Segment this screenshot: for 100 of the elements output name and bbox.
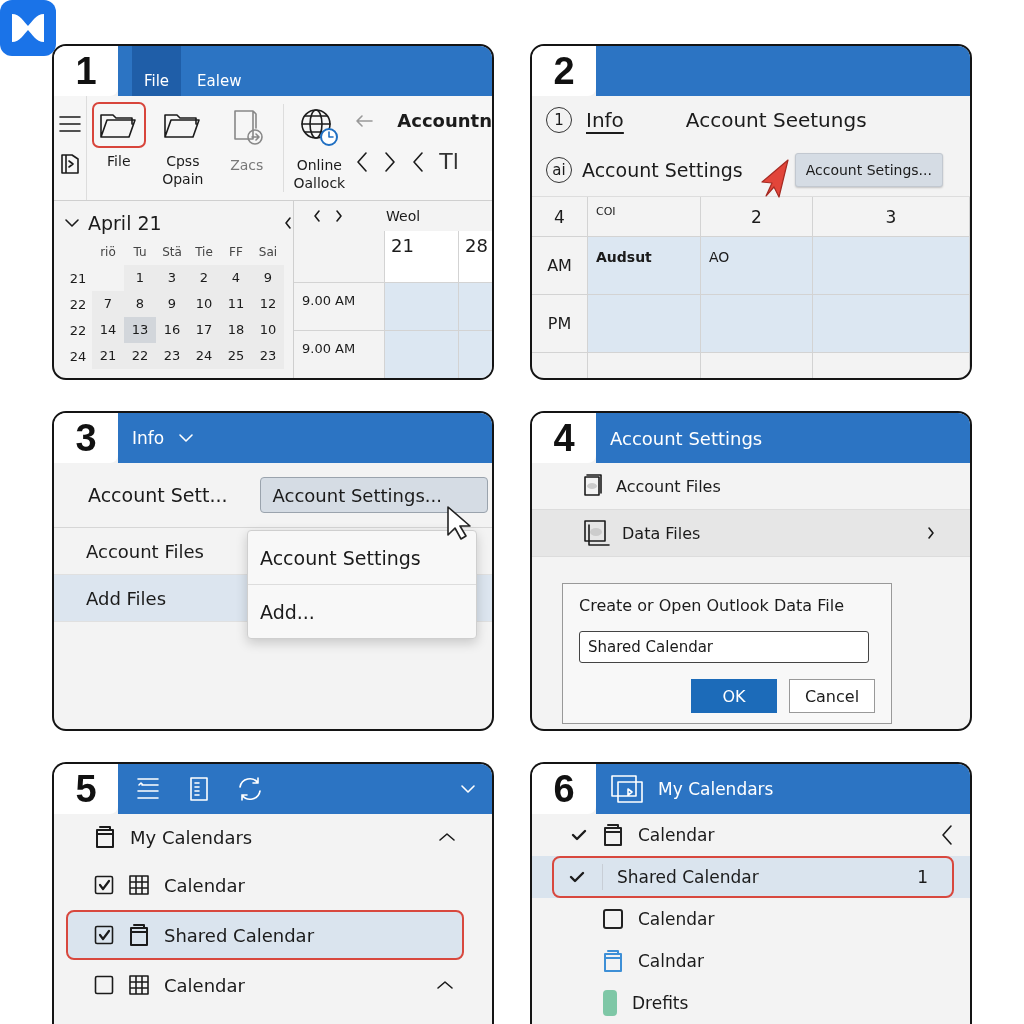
list-item[interactable]: Data Files	[532, 510, 970, 557]
item-label: Data Files	[622, 523, 701, 543]
calendar-day[interactable]: 9	[156, 291, 188, 317]
item-label: Account Files	[616, 476, 721, 496]
calendar-day[interactable]: 21	[92, 343, 124, 369]
count-label: 1	[917, 867, 929, 887]
week-number: 22	[68, 296, 88, 312]
list-icon[interactable]	[134, 776, 162, 802]
ribbon-button[interactable]: Online Oallock	[287, 96, 352, 192]
calendar-day[interactable]: 13	[124, 317, 156, 343]
calendar-day[interactable]: 23	[252, 343, 284, 369]
calendar-day[interactable]: 3	[156, 265, 188, 291]
header-title: Account Settings	[610, 427, 763, 449]
chevron-up-icon[interactable]	[438, 832, 456, 842]
day-header: 21	[384, 231, 458, 283]
name-input-field[interactable]: Shared Calendar	[579, 631, 869, 663]
back-arrow-icon[interactable]	[355, 113, 374, 128]
calendar-day[interactable]: 10	[252, 317, 284, 343]
note-icon[interactable]	[58, 152, 81, 176]
grid-cell: Audsut	[588, 237, 701, 295]
calendar-item[interactable]: Calndar	[590, 940, 954, 982]
week-number: 22	[68, 322, 88, 338]
calendar-day[interactable]: 12	[252, 291, 284, 317]
book-icon[interactable]	[188, 776, 210, 802]
weekday-label: Tu	[132, 245, 148, 259]
account-settings-button[interactable]: Account Settings...	[259, 477, 488, 513]
ok-button[interactable]: OK	[691, 679, 777, 713]
calendar-day[interactable]: 8	[124, 291, 156, 317]
calendar-item[interactable]: Shared Calendar 1	[552, 856, 954, 898]
ribbon-button[interactable]: File	[86, 96, 151, 170]
tree-item[interactable]: Shared Calendar	[66, 910, 464, 960]
calendar-day[interactable]: 17	[188, 317, 220, 343]
grid-icon	[128, 874, 150, 896]
calendar-day[interactable]: 11	[220, 291, 252, 317]
account-settings-button[interactable]: Account Setings...	[794, 153, 943, 187]
window-icon	[610, 774, 644, 804]
chevron-left-icon[interactable]	[283, 216, 293, 230]
day-header: 28	[458, 231, 492, 283]
menu-icon[interactable]	[57, 114, 82, 134]
header-title: Info	[132, 428, 165, 448]
calendar-day[interactable]: 23	[156, 343, 188, 369]
calendar-day[interactable]: 24	[188, 343, 220, 369]
step-number: 2	[532, 46, 596, 96]
calendar-day[interactable]: 18	[220, 317, 252, 343]
calendar-day[interactable]: 2	[188, 265, 220, 291]
menu-item[interactable]: Add...	[248, 584, 476, 638]
calendar-day[interactable]: 25	[220, 343, 252, 369]
chevron-up-icon[interactable]	[436, 980, 454, 990]
grid-icon	[128, 974, 150, 996]
chevron-down-icon[interactable]	[64, 218, 80, 228]
ribbon-button[interactable]: Cpss Opain	[150, 96, 215, 188]
calendar-day[interactable]: 10	[188, 291, 220, 317]
chevron-left-icon[interactable]	[312, 209, 322, 223]
step-number: 1	[54, 46, 118, 96]
setting-label: Account Sett...	[88, 484, 228, 506]
weekday-label: Sai	[257, 245, 279, 259]
calendar-day[interactable]: 4	[220, 265, 252, 291]
calendar-icon	[128, 923, 150, 947]
calendar-day[interactable]: 7	[92, 291, 124, 317]
checkbox[interactable]	[94, 975, 114, 995]
weekday-label: Stä	[161, 245, 183, 259]
week-number: 24	[68, 348, 88, 364]
weekday-label: Tie	[194, 245, 214, 259]
chevron-right-icon[interactable]	[334, 209, 344, 223]
checkbox[interactable]	[94, 875, 114, 895]
step-number: 6	[532, 764, 596, 814]
calendar-item[interactable]: Calendar	[590, 814, 954, 856]
chevron-left-icon[interactable]	[355, 150, 370, 173]
menu-item[interactable]: Account Settings	[248, 531, 476, 584]
calendar-day[interactable]: 1	[124, 265, 156, 291]
tree-item[interactable]: My Calendars	[54, 814, 492, 860]
chevron-left-icon[interactable]	[411, 150, 426, 173]
calendar-day[interactable]: 22	[124, 343, 156, 369]
calendar-day[interactable]: 16	[156, 317, 188, 343]
calendar-day[interactable]: 14	[92, 317, 124, 343]
info-tab[interactable]: Info	[586, 108, 624, 132]
chevron-right-icon[interactable]	[926, 526, 936, 540]
menu-tab[interactable]: File	[132, 46, 182, 96]
tree-item[interactable]: Calendar	[66, 960, 464, 1010]
weekday-label: FF	[228, 245, 244, 259]
week-title: Weol	[386, 208, 421, 224]
toolbar-title: Accountn	[397, 110, 492, 131]
info-tab[interactable]: Account Seetungs	[685, 108, 867, 132]
header-title: My Calendars	[658, 779, 774, 799]
calendar-day[interactable]: 9	[252, 265, 284, 291]
cancel-button[interactable]: Cancel	[789, 679, 875, 713]
step-number: 3	[54, 413, 118, 463]
checkbox[interactable]	[94, 925, 114, 945]
folder-icon[interactable]	[91, 102, 146, 148]
sync-icon[interactable]	[236, 775, 264, 803]
step-number: 4	[532, 413, 596, 463]
grid-header: 4	[532, 197, 588, 237]
tree-item[interactable]: Calendar	[66, 860, 464, 910]
chevron-left-icon[interactable]	[940, 824, 954, 846]
week-number: 21	[68, 270, 88, 286]
menu-tab[interactable]: Ealew	[185, 46, 254, 96]
calendar-item[interactable]: Calendar	[590, 898, 954, 940]
step-number: 5	[54, 764, 118, 814]
calendar-item[interactable]: Drefits	[590, 982, 954, 1024]
chevron-right-icon[interactable]	[383, 150, 398, 173]
